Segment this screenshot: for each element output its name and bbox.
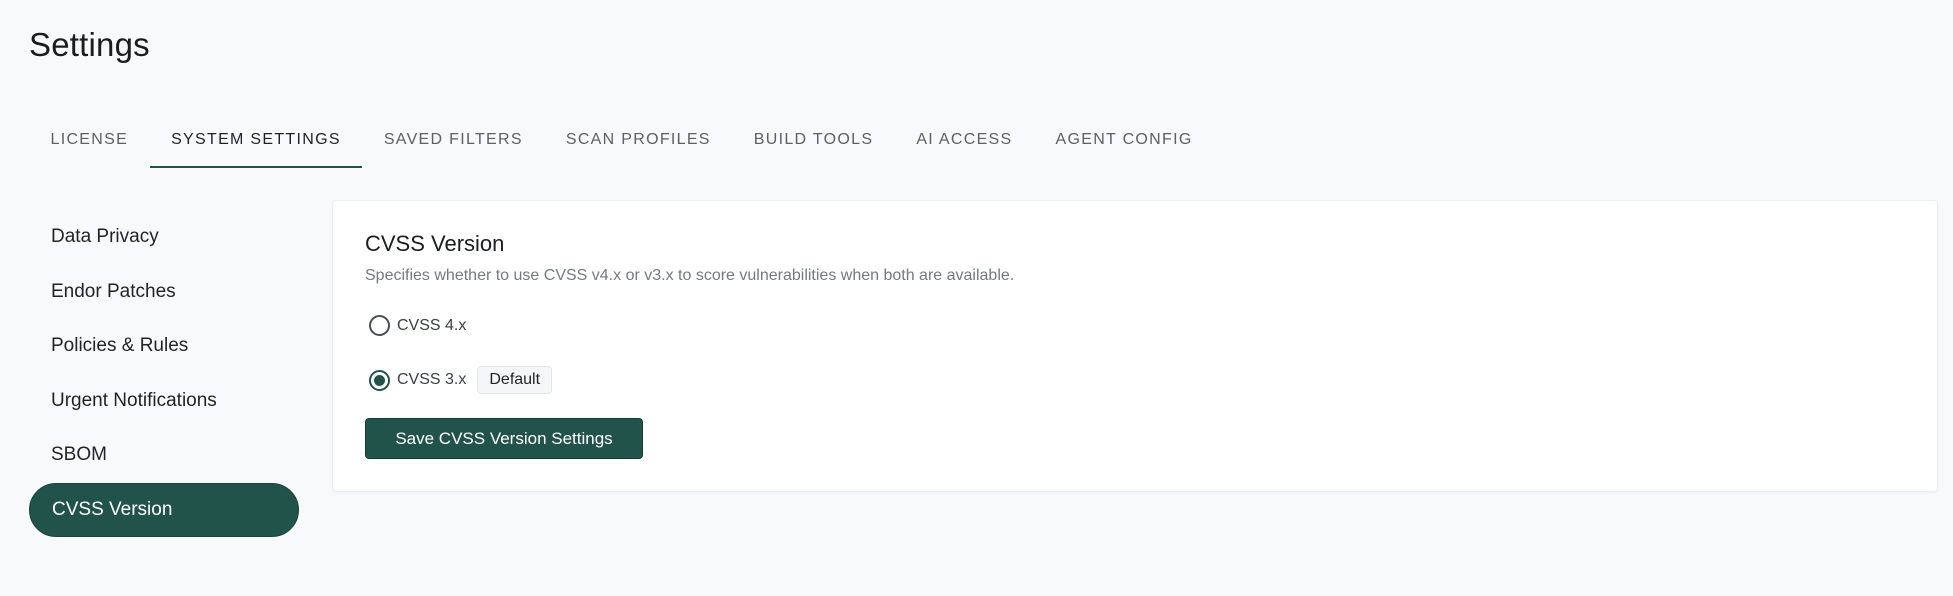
- sidebar-item-policies-rules[interactable]: Policies & Rules: [29, 319, 299, 374]
- tab-ai-access[interactable]: AI ACCESS: [895, 112, 1034, 168]
- option-cvss-4[interactable]: CVSS 4.x: [369, 315, 466, 336]
- tab-build-tools[interactable]: BUILD TOOLS: [732, 112, 895, 168]
- sidebar-item-sbom[interactable]: SBOM: [29, 428, 299, 483]
- sidebar-item-endor-patches[interactable]: Endor Patches: [29, 265, 299, 320]
- tab-saved-filters[interactable]: SAVED FILTERS: [362, 112, 544, 168]
- cvss-version-card: CVSS Version Specifies whether to use CV…: [332, 200, 1938, 492]
- page-title: Settings: [29, 26, 150, 63]
- settings-sidebar: Data Privacy Endor Patches Policies & Ru…: [29, 210, 299, 537]
- tab-scan-profiles[interactable]: SCAN PROFILES: [544, 112, 732, 168]
- cvss-3-label: CVSS 3.x: [397, 371, 467, 388]
- cvss-4-radio[interactable]: [369, 315, 390, 336]
- tab-license[interactable]: LICENSE: [29, 112, 150, 168]
- default-badge: Default: [477, 366, 553, 394]
- sidebar-item-data-privacy[interactable]: Data Privacy: [29, 210, 299, 265]
- card-title: CVSS Version: [365, 231, 505, 256]
- save-cvss-settings-button[interactable]: Save CVSS Version Settings: [365, 418, 643, 459]
- sidebar-item-cvss-version[interactable]: CVSS Version: [29, 482, 299, 537]
- sidebar-item-urgent-notifications[interactable]: Urgent Notifications: [29, 374, 299, 429]
- cvss-3-radio[interactable]: [369, 369, 390, 391]
- card-description: Specifies whether to use CVSS v4.x or v3…: [365, 267, 1015, 284]
- tab-agent-config[interactable]: AGENT CONFIG: [1034, 112, 1214, 168]
- tab-system-settings[interactable]: SYSTEM SETTINGS: [149, 112, 363, 168]
- cvss-4-label: CVSS 4.x: [397, 316, 467, 334]
- option-cvss-3[interactable]: CVSS 3.x Default: [369, 366, 553, 394]
- settings-tabs: LICENSE SYSTEM SETTINGS SAVED FILTERS SC…: [29, 112, 1214, 168]
